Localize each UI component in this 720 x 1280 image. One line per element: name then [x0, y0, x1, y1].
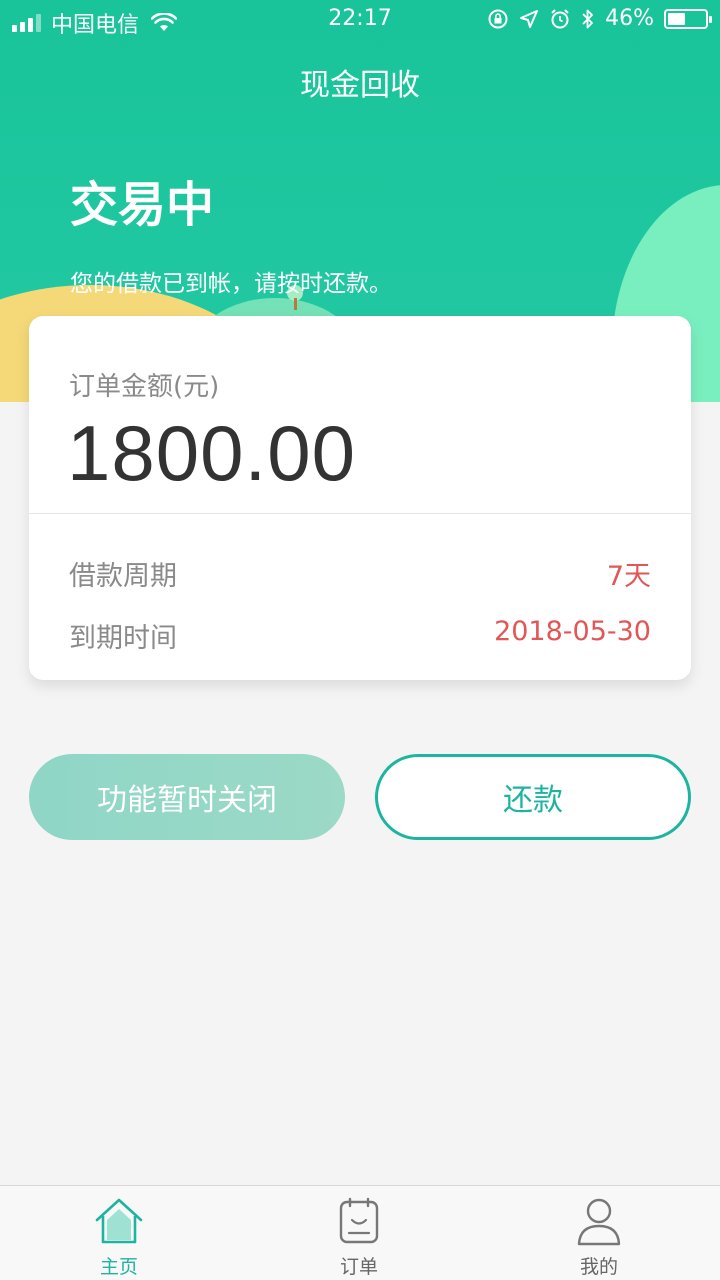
due-date-value: 2018-05-30 [494, 616, 651, 647]
loan-period-row: 借款周期 7天 [69, 554, 651, 593]
due-date-row: 到期时间 2018-05-30 [69, 616, 651, 655]
tab-orders[interactable]: 订单 [299, 1196, 419, 1279]
loan-period-value: 7天 [606, 561, 651, 592]
tab-mine-label: 我的 [579, 1256, 618, 1278]
feature-closed-button[interactable]: 功能暂时关闭 [29, 754, 345, 840]
order-icon [339, 1197, 379, 1244]
order-amount-value: 1800.00 [67, 409, 356, 497]
battery-icon [664, 8, 712, 29]
home-icon [95, 1198, 143, 1244]
tab-home-label: 主页 [99, 1256, 138, 1278]
tab-bar: 主页 订单 我的 [0, 1185, 720, 1280]
order-card: 订单金额(元) 1800.00 借款周期 7天 到期时间 2018-05-30 [29, 316, 691, 680]
location-icon [520, 9, 539, 28]
divider [29, 513, 691, 514]
transaction-status-subtitle: 您的借款已到帐，请按时还款。 [70, 271, 392, 297]
status-bar: 中国电信 22:17 46% [0, 0, 720, 40]
tab-orders-label: 订单 [339, 1256, 378, 1278]
alarm-icon [551, 8, 569, 28]
user-icon [577, 1198, 621, 1246]
due-date-label: 到期时间 [69, 623, 177, 654]
tab-home[interactable]: 主页 [59, 1196, 179, 1279]
transaction-status-title: 交易中 [70, 177, 215, 233]
decorative-tree-trunk [294, 298, 297, 310]
rotation-lock-icon [488, 9, 508, 28]
battery-percent: 46% [605, 6, 654, 31]
tab-mine[interactable]: 我的 [539, 1196, 659, 1279]
loan-period-label: 借款周期 [69, 561, 177, 592]
page-title: 现金回收 [300, 68, 420, 103]
repay-button[interactable]: 还款 [375, 754, 691, 840]
order-amount-label: 订单金额(元) [69, 372, 220, 402]
battery-level [668, 12, 685, 25]
bluetooth-icon [582, 9, 593, 28]
